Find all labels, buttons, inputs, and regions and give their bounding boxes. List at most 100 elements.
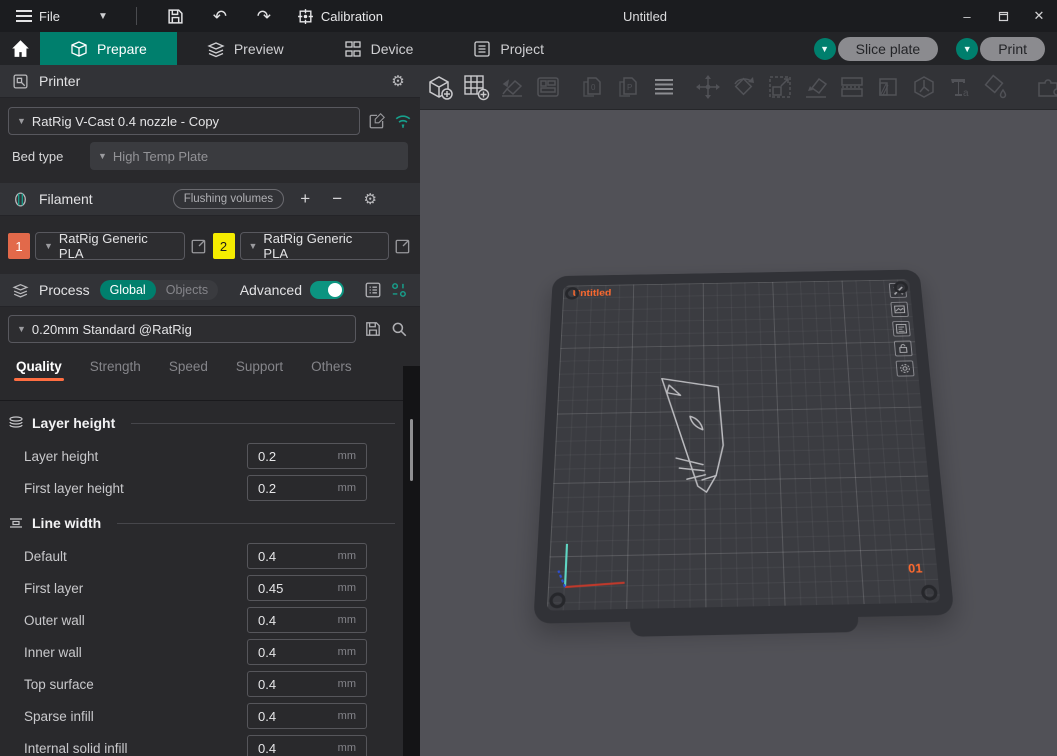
text-icon[interactable]: a (946, 72, 974, 102)
build-plate[interactable]: Untitled 01 (533, 269, 954, 623)
setting-unit: mm (338, 646, 356, 658)
lay-on-face-icon[interactable] (802, 72, 830, 102)
tab-quality[interactable]: Quality (2, 353, 76, 383)
bed-type-dropdown[interactable]: ▼ High Temp Plate (90, 142, 408, 170)
move-icon[interactable] (694, 72, 722, 102)
filament-settings-gear-icon[interactable]: ⚙ (360, 190, 380, 208)
slice-options-chevron-icon[interactable]: ▼ (814, 38, 836, 60)
edit-printer-icon[interactable] (368, 112, 386, 130)
line-width-internal-solid-infill-input[interactable]: 0.4 mm (247, 735, 367, 756)
printer-settings-gear-icon[interactable]: ⚙ (388, 72, 408, 90)
setting-label: First layer (24, 581, 247, 596)
filament-1-dropdown[interactable]: ▼ RatRig Generic PLA (35, 232, 185, 260)
tab-device[interactable]: Device (314, 32, 444, 65)
line-width-icon (8, 515, 24, 531)
print-button[interactable]: Print (980, 37, 1045, 61)
tab-strength[interactable]: Strength (76, 353, 155, 383)
flushing-volumes-button[interactable]: Flushing volumes (173, 189, 284, 209)
scrollbar-thumb[interactable] (410, 419, 413, 481)
scope-global-button[interactable]: Global (100, 280, 156, 300)
setting-value: 0.45 (258, 581, 338, 596)
filament-2-badge[interactable]: 2 (213, 233, 235, 259)
add-plate-icon[interactable] (462, 72, 490, 102)
calibration-button[interactable]: Calibration (297, 8, 383, 25)
line-width-first-layer-input[interactable]: 0.45 mm (247, 575, 367, 601)
home-button[interactable] (0, 32, 40, 65)
auto-orient-icon[interactable] (498, 72, 526, 102)
tab-speed[interactable]: Speed (155, 353, 222, 383)
bed-type-label: Bed type (12, 149, 90, 164)
printer-preset-dropdown[interactable]: ▼ RatRig V-Cast 0.4 nozzle - Copy (8, 107, 360, 135)
plate-image-icon[interactable] (890, 302, 908, 317)
parameter-list-icon[interactable] (364, 281, 382, 299)
process-preset-dropdown[interactable]: ▼ 0.20mm Standard @RatRig (8, 315, 356, 343)
save-preset-icon[interactable] (364, 320, 382, 338)
tab-others[interactable]: Others (297, 353, 366, 383)
scope-objects-button[interactable]: Objects (156, 280, 218, 300)
save-icon[interactable] (161, 4, 191, 28)
copy-icon[interactable]: 0 (578, 72, 606, 102)
process-section-header: Process Global Objects Advanced (0, 274, 420, 307)
filament-2-preset: RatRig Generic PLA (263, 231, 380, 261)
line-width-default-input[interactable]: 0.4 mm (247, 543, 367, 569)
settings-panel: Layer height Layer height 0.2 mm First l… (0, 400, 403, 756)
viewport-3d[interactable]: Untitled 01 (420, 110, 1057, 756)
model-wireframe-ratrig-logo[interactable] (654, 347, 754, 544)
edit-filament-2-icon[interactable] (394, 237, 412, 255)
chevron-down-icon: ▼ (17, 116, 26, 126)
first-layer-height-input[interactable]: 0.2 mm (247, 475, 367, 501)
tab-project[interactable]: Project (443, 32, 574, 65)
setting-unit: mm (338, 710, 356, 722)
tab-support[interactable]: Support (222, 353, 297, 383)
line-width-sparse-infill-input[interactable]: 0.4 mm (247, 703, 367, 729)
line-width-top-surface-input[interactable]: 0.4 mm (247, 671, 367, 697)
search-icon[interactable] (390, 320, 408, 338)
advanced-toggle[interactable] (310, 281, 344, 299)
svg-text:a: a (963, 88, 969, 99)
printer-section-header: Printer ⚙ (0, 65, 420, 98)
split-to-objects-icon[interactable] (650, 72, 678, 102)
close-button[interactable]: ✕ (1021, 0, 1057, 32)
lock-plate-icon[interactable] (894, 341, 913, 357)
printer-section-title: Printer (39, 73, 80, 89)
scale-icon[interactable] (766, 72, 794, 102)
wifi-icon[interactable] (394, 112, 412, 130)
support-paint-icon[interactable] (874, 72, 902, 102)
tab-preview[interactable]: Preview (177, 32, 314, 65)
maximize-button[interactable] (985, 0, 1021, 32)
setting-label: Top surface (24, 677, 247, 692)
setting-unit: mm (338, 582, 356, 594)
add-filament-button[interactable]: + (294, 189, 316, 209)
edit-filament-1-icon[interactable] (190, 237, 208, 255)
undo-icon[interactable]: ↶ (205, 4, 235, 28)
filament-1-badge[interactable]: 1 (8, 233, 30, 259)
redo-icon[interactable]: ↷ (249, 4, 279, 28)
main-area: 0 P (420, 65, 1057, 756)
tab-prepare[interactable]: Prepare (40, 32, 177, 65)
compare-presets-icon[interactable] (390, 281, 408, 299)
color-paint-icon[interactable] (982, 72, 1010, 102)
paste-icon[interactable]: P (614, 72, 642, 102)
arrange-icon[interactable] (534, 72, 562, 102)
settings-scrollbar[interactable] (403, 366, 420, 756)
plate-settings-icon[interactable] (896, 360, 915, 376)
layer-height-input[interactable]: 0.2 mm (247, 443, 367, 469)
assembly-icon[interactable] (1034, 72, 1057, 102)
print-options-chevron-icon[interactable]: ▼ (956, 38, 978, 60)
add-object-icon[interactable] (426, 72, 454, 102)
minimize-button[interactable]: – (949, 0, 985, 32)
cut-icon[interactable] (838, 72, 866, 102)
line-width-outer-wall-input[interactable]: 0.4 mm (247, 607, 367, 633)
tab-preview-label: Preview (234, 41, 284, 57)
remove-filament-button[interactable]: − (326, 189, 348, 209)
plate-arrange-icon[interactable] (892, 321, 911, 337)
line-width-inner-wall-input[interactable]: 0.4 mm (247, 639, 367, 665)
file-menu-button[interactable]: File (10, 6, 66, 27)
file-menu-chevron-icon[interactable]: ▼ (90, 7, 116, 26)
calibration-icon (297, 8, 314, 25)
slice-plate-button[interactable]: Slice plate (838, 37, 939, 61)
rotate-icon[interactable] (730, 72, 758, 102)
filament-2-dropdown[interactable]: ▼ RatRig Generic PLA (240, 232, 390, 260)
mesh-boolean-icon[interactable] (910, 72, 938, 102)
chevron-down-icon: ▼ (17, 324, 26, 334)
